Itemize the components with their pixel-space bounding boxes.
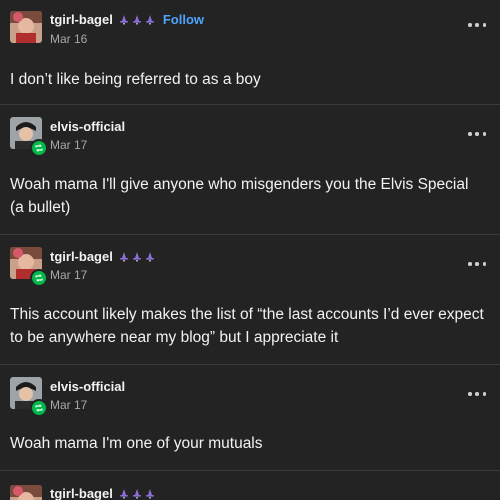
post-body: Woah mama I'll give anyone who misgender… <box>10 176 469 216</box>
username-link[interactable]: elvis-official <box>50 379 125 394</box>
post-date[interactable]: Mar 17 <box>50 398 87 412</box>
reblog-icon <box>30 269 48 287</box>
avatar[interactable] <box>10 485 42 500</box>
witch-hat-icon <box>119 252 129 262</box>
more-options-icon[interactable] <box>468 391 486 397</box>
more-options-icon[interactable] <box>468 131 486 137</box>
follow-button[interactable]: Follow <box>163 12 204 27</box>
post-body: This account likely makes the list of “t… <box>10 306 484 346</box>
post-header: tgirl-bagel Follow <box>50 12 204 27</box>
post: tgirl-bagel Mar 17 This account likely m… <box>0 235 500 364</box>
username-link[interactable]: elvis-official <box>50 119 125 134</box>
post-date[interactable]: Mar 16 <box>50 32 87 46</box>
witch-hat-icon <box>132 252 142 262</box>
post-header: tgirl-bagel <box>50 249 155 264</box>
witch-hat-icon <box>119 489 129 499</box>
witch-hat-icon <box>132 489 142 499</box>
witch-hat-icon <box>119 15 129 25</box>
badge-group[interactable] <box>119 252 155 262</box>
post-body: Woah mama I'm one of your mutuals <box>10 435 263 452</box>
more-options-icon[interactable] <box>468 261 486 267</box>
post: elvis-official Mar 17 Woah mama I'm one … <box>0 365 500 470</box>
post-header: elvis-official <box>50 379 125 394</box>
witch-hat-icon <box>145 15 155 25</box>
reblog-icon <box>30 399 48 417</box>
username-link[interactable]: tgirl-bagel <box>50 249 113 264</box>
badge-group[interactable] <box>119 15 155 25</box>
username-link[interactable]: tgirl-bagel <box>50 486 113 500</box>
post: tgirl-bagel Follow Mar 16 I don’t like b… <box>0 0 500 104</box>
post-header: tgirl-bagel <box>50 486 155 500</box>
avatar[interactable] <box>10 11 42 43</box>
username-link[interactable]: tgirl-bagel <box>50 12 113 27</box>
witch-hat-icon <box>145 489 155 499</box>
badge-group[interactable] <box>119 489 155 499</box>
post-date[interactable]: Mar 17 <box>50 268 87 282</box>
reblog-icon <box>30 139 48 157</box>
post-date[interactable]: Mar 17 <box>50 138 87 152</box>
witch-hat-icon <box>132 15 142 25</box>
more-options-icon[interactable] <box>468 22 486 28</box>
post: tgirl-bagel <box>0 471 500 500</box>
post: elvis-official Mar 17 Woah mama I'll giv… <box>0 105 500 234</box>
post-header: elvis-official <box>50 119 125 134</box>
witch-hat-icon <box>145 252 155 262</box>
post-body: I don’t like being referred to as a boy <box>10 71 261 88</box>
